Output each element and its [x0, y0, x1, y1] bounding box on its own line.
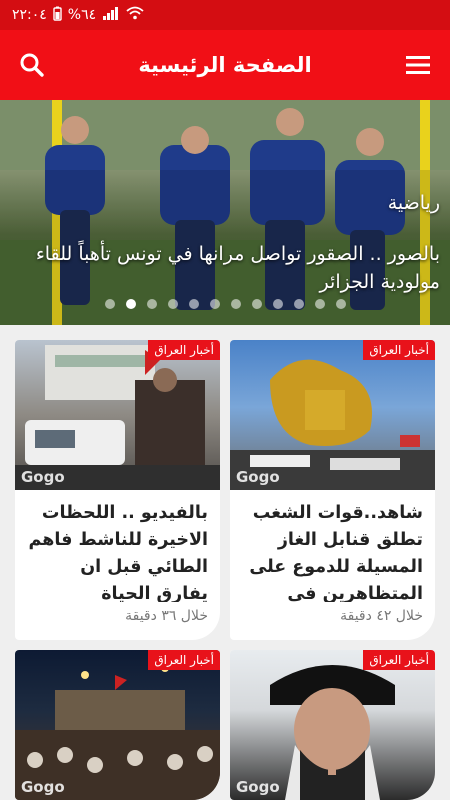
news-card[interactable]: أخبار العراق Gogo شاهد..قوات الشغب تطلق … — [230, 340, 435, 640]
slider-dot[interactable] — [230, 299, 241, 309]
slider-dot[interactable] — [251, 299, 262, 309]
news-grid: أخبار العراق Gogo شاهد..قوات الشغب تطلق … — [15, 340, 435, 800]
watermark-logo: Gogo — [21, 778, 65, 796]
app-bar: الصفحة الرئيسية — [0, 30, 450, 100]
watermark-logo: Gogo — [236, 778, 280, 796]
battery-percent: %٦٤ — [67, 7, 97, 23]
menu-button[interactable] — [400, 47, 436, 83]
news-card-image: أخبار العراق Gogo — [15, 340, 220, 490]
battery-icon — [53, 6, 62, 25]
hero-title[interactable]: بالصور .. الصقور تواصل مرانها في تونس تأ… — [10, 240, 440, 296]
slider-dot[interactable] — [335, 299, 346, 309]
watermark-logo: Gogo — [236, 468, 280, 486]
watermark-logo: Gogo — [21, 468, 65, 486]
hero-category: رياضية — [387, 192, 440, 214]
slider-dot[interactable] — [209, 299, 220, 309]
news-card[interactable]: أخبار العراق Gogo — [230, 650, 435, 800]
news-card-badge: أخبار العراق — [363, 650, 435, 670]
slider-dot[interactable] — [146, 299, 157, 309]
wifi-icon — [126, 6, 144, 24]
hero-slider[interactable]: رياضية بالصور .. الصقور تواصل مرانها في … — [0, 100, 450, 325]
status-time: ٢٢:٠٤ — [12, 7, 47, 23]
slider-dot[interactable] — [293, 299, 304, 309]
page-title: الصفحة الرئيسية — [138, 53, 312, 77]
status-bar: ٢٢:٠٤ %٦٤ — [0, 0, 450, 30]
search-icon — [20, 53, 44, 77]
news-card-badge: أخبار العراق — [148, 340, 220, 360]
news-card-time: خلال ٣٦ دقيقة — [125, 608, 208, 624]
signal-icon — [102, 6, 120, 24]
menu-icon — [406, 56, 430, 74]
news-card-image: أخبار العراق Gogo — [230, 650, 435, 800]
slider-dot[interactable] — [188, 299, 199, 309]
slider-dot[interactable] — [104, 299, 115, 309]
news-card-title: شاهد..قوات الشغب تطلق قنابل الغاز المسيل… — [249, 503, 423, 602]
news-card-badge: أخبار العراق — [148, 650, 220, 670]
news-card-badge: أخبار العراق — [363, 340, 435, 360]
slider-dot[interactable] — [125, 299, 136, 309]
news-card-time: خلال ٤٢ دقيقة — [340, 608, 423, 624]
news-card[interactable]: أخبار العراق Gogo — [15, 650, 220, 800]
slider-dot[interactable] — [167, 299, 178, 309]
search-button[interactable] — [14, 47, 50, 83]
news-card[interactable]: أخبار العراق Gogo بالفيديو .. اللحظات ال… — [15, 340, 220, 640]
slider-dots — [0, 299, 450, 309]
news-card-image: أخبار العراق Gogo — [15, 650, 220, 800]
slider-dot[interactable] — [314, 299, 325, 309]
news-card-image: أخبار العراق Gogo — [230, 340, 435, 490]
status-left: ٢٢:٠٤ %٦٤ — [12, 6, 144, 25]
news-card-title: بالفيديو .. اللحظات الاخيرة للناشط فاهم … — [28, 503, 208, 602]
slider-dot[interactable] — [272, 299, 283, 309]
